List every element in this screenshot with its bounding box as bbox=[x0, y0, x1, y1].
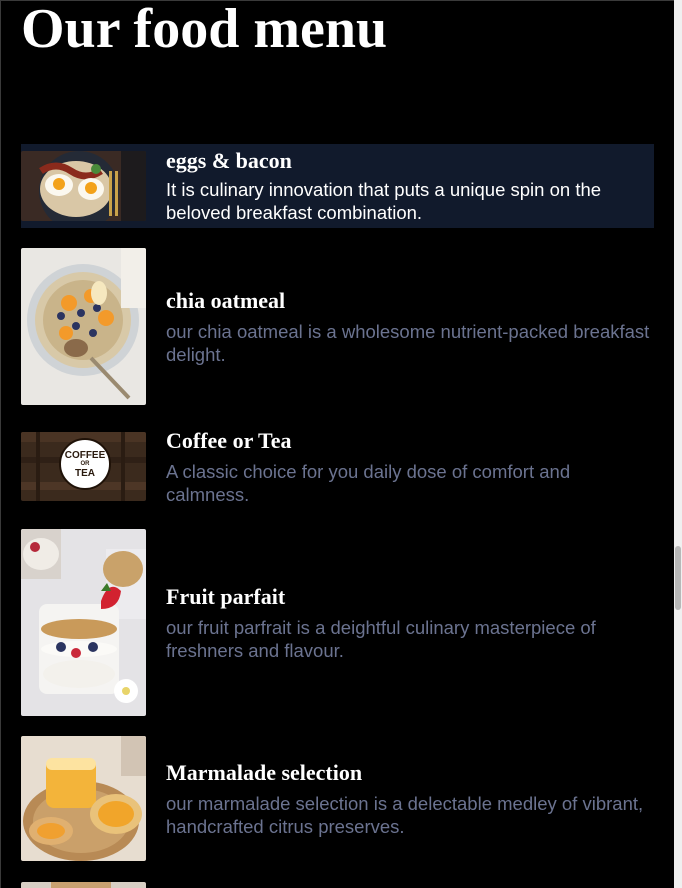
menu-item-next-partial[interactable] bbox=[21, 882, 654, 888]
menu-item-name: Fruit parfait bbox=[166, 583, 286, 609]
fruit-parfait-photo-icon bbox=[21, 529, 146, 716]
menu-item-name: chia oatmeal bbox=[166, 287, 286, 313]
menu-item-description: A classic choice for you daily dose of c… bbox=[166, 460, 571, 505]
coffee-or-tea-logo-icon: COFFEE OR TEA bbox=[21, 432, 146, 501]
menu-item-chia-oatmeal[interactable]: chia oatmeal our chia oatmeal is a whole… bbox=[21, 248, 654, 405]
menu-item-description: our marmalade selection is a delectable … bbox=[166, 792, 644, 837]
menu-item-description: It is culinary innovation that puts a un… bbox=[166, 179, 602, 223]
menu-item-eggs-bacon[interactable]: eggs & bacon It is culinary innovation t… bbox=[21, 144, 654, 228]
menu-item-description: our fruit parfrait is a deightful culina… bbox=[166, 616, 596, 661]
menu-item-text: eggs & bacon It is culinary innovation t… bbox=[166, 148, 654, 224]
badge-text-coffee: COFFEE bbox=[64, 449, 106, 461]
badge-text-tea: TEA bbox=[75, 467, 95, 479]
menu-item-marmalade-selection[interactable]: Marmalade selection our marmalade select… bbox=[21, 736, 654, 861]
menu-item-name: Marmalade selection bbox=[166, 759, 363, 785]
menu-item-name: Coffee or Tea bbox=[166, 427, 292, 453]
page-title: Our food menu bbox=[21, 0, 388, 60]
scrollbar-thumb[interactable] bbox=[675, 546, 681, 610]
eggs-bacon-photo-icon bbox=[21, 151, 146, 221]
next-item-photo-icon bbox=[21, 882, 146, 888]
menu-item-fruit-parfait[interactable]: Fruit parfait our fruit parfrait is a de… bbox=[21, 529, 654, 716]
badge-text-or: OR bbox=[80, 460, 90, 467]
coffee-or-tea-badge: COFFEE OR TEA bbox=[59, 438, 111, 490]
menu-page: Our food menu eggs & bacon It is culinar… bbox=[0, 0, 682, 888]
menu-item-name: eggs & bacon bbox=[166, 148, 292, 173]
menu-item-coffee-or-tea[interactable]: COFFEE OR TEA Coffee or Tea A classic ch… bbox=[21, 428, 654, 505]
chia-oatmeal-photo-icon bbox=[21, 248, 146, 405]
menu-item-text: Marmalade selection our marmalade select… bbox=[166, 760, 654, 838]
menu-item-text: Fruit parfait our fruit parfrait is a de… bbox=[166, 584, 654, 662]
marmalade-photo-icon bbox=[21, 736, 146, 861]
menu-item-description: our chia oatmeal is a wholesome nutrient… bbox=[166, 320, 650, 365]
menu-item-text: chia oatmeal our chia oatmeal is a whole… bbox=[166, 288, 654, 366]
menu-item-text: Coffee or Tea A classic choice for you d… bbox=[166, 428, 654, 506]
vertical-scrollbar[interactable] bbox=[674, 0, 682, 888]
